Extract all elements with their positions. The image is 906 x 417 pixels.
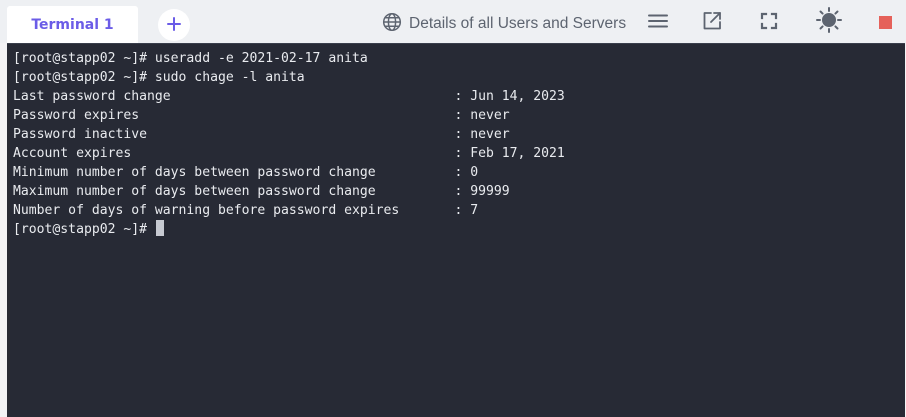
terminal-line: Maximum number of days between password …	[13, 184, 510, 199]
stop-button[interactable]	[873, 11, 897, 35]
theme-toggle-button[interactable]	[815, 6, 843, 38]
terminal-line: Password expires : never	[13, 108, 510, 123]
terminal-line: Last password change : Jun 14, 2023	[13, 89, 565, 104]
terminal-line: Minimum number of days between password …	[13, 165, 479, 180]
terminal-line: Account expires : Feb 17, 2021	[13, 146, 565, 161]
fullscreen-icon	[760, 12, 778, 34]
terminal-line: Password inactive : never	[13, 127, 510, 142]
stop-icon	[878, 14, 892, 33]
terminal-prompt: [root@stapp02 ~]#	[13, 222, 155, 237]
external-link-icon	[702, 11, 722, 35]
globe-icon	[382, 12, 402, 37]
details-users-servers-button[interactable]: Details of all Users and Servers	[382, 12, 626, 36]
terminal-toolbar: Terminal 1 Details of all Users and Serv…	[0, 0, 906, 43]
sun-icon	[815, 6, 843, 38]
terminal-line: Number of days of warning before passwor…	[13, 203, 479, 218]
open-in-new-window-button[interactable]	[700, 11, 724, 35]
add-tab-button[interactable]	[158, 9, 190, 41]
tab-label: Terminal 1	[31, 16, 114, 33]
terminal-line: [root@stapp02 ~]# useradd -e 2021-02-17 …	[13, 51, 368, 66]
tab-terminal-1[interactable]: Terminal 1	[7, 6, 138, 43]
terminal-output[interactable]: [root@stapp02 ~]# useradd -e 2021-02-17 …	[7, 43, 905, 417]
menu-button[interactable]	[646, 11, 670, 35]
terminal-line: [root@stapp02 ~]# sudo chage -l anita	[13, 70, 305, 85]
plus-icon	[167, 16, 181, 35]
terminal-text: [root@stapp02 ~]# useradd -e 2021-02-17 …	[13, 49, 565, 239]
hamburger-menu-icon	[648, 13, 668, 33]
fullscreen-button[interactable]	[757, 11, 781, 35]
details-label: Details of all Users and Servers	[409, 15, 627, 32]
terminal-cursor	[155, 220, 164, 236]
